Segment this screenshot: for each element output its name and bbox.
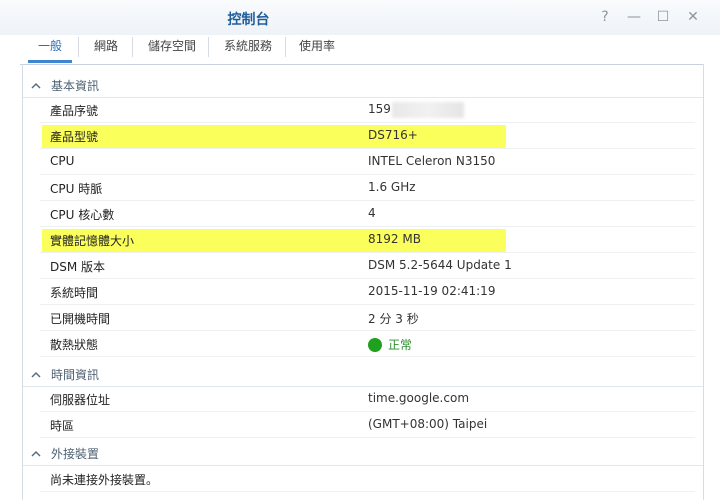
row-value: 2015-11-19 02:41:19 xyxy=(368,284,496,298)
tab-divider xyxy=(285,37,286,57)
section-title: 基本資訊 xyxy=(51,79,100,93)
info-row-model: 產品型號 DS716+ xyxy=(40,123,695,149)
info-row-time-server: 伺服器位址 time.google.com xyxy=(40,386,695,412)
tab-general[interactable]: 一般 xyxy=(28,35,72,63)
tab-usage[interactable]: 使用率 xyxy=(287,35,347,63)
row-label: 實體記憶體大小 xyxy=(50,234,135,248)
row-value: (GMT+08:00) Taipei xyxy=(368,417,488,431)
chevron-up-icon xyxy=(31,365,41,378)
info-row-serial: 產品序號 159 xyxy=(40,97,695,123)
status-text: 正常 xyxy=(388,338,413,352)
row-label: 尚未連接外接裝置。 xyxy=(50,473,159,487)
row-value: time.google.com xyxy=(368,391,470,405)
redacted-serial xyxy=(392,102,464,118)
row-label: 伺服器位址 xyxy=(50,393,111,407)
row-value: 2 分 3 秒 xyxy=(368,312,419,326)
row-label: 已開機時間 xyxy=(50,312,111,326)
row-label: 散熱狀態 xyxy=(50,338,99,352)
thermal-status: 正常 xyxy=(368,336,412,353)
section-time-info[interactable]: 時間資訊 xyxy=(23,361,703,387)
minimize-button[interactable]: — xyxy=(625,8,643,26)
info-row-cpu-clock: CPU 時脈 1.6 GHz xyxy=(40,175,695,201)
panel-left-border xyxy=(22,64,23,500)
window-title: 控制台 xyxy=(227,12,270,28)
chevron-up-icon xyxy=(31,444,41,457)
help-button[interactable]: ? xyxy=(596,8,614,26)
close-button[interactable]: ✕ xyxy=(684,8,702,26)
row-value: DSM 5.2-5644 Update 1 xyxy=(368,258,512,272)
row-value: INTEL Celeron N3150 xyxy=(368,154,496,168)
tab-divider xyxy=(132,37,133,57)
info-row-timezone: 時區 (GMT+08:00) Taipei xyxy=(40,412,695,438)
status-ok-icon xyxy=(368,338,382,352)
info-row-system-time: 系統時間 2015-11-19 02:41:19 xyxy=(40,279,695,305)
row-label: CPU 核心數 xyxy=(50,208,115,222)
row-value: 1.6 GHz xyxy=(368,180,416,194)
row-value: 4 xyxy=(368,206,376,220)
info-row-thermal: 散熱狀態 正常 xyxy=(40,331,695,357)
info-row-cpu-cores: CPU 核心數 4 xyxy=(40,201,695,227)
tab-services[interactable]: 系統服務 xyxy=(210,35,286,63)
maximize-button[interactable]: ☐ xyxy=(654,8,672,26)
row-label: 產品序號 xyxy=(50,104,99,118)
title-bar: 控制台 ? — ☐ ✕ xyxy=(0,0,720,35)
tab-storage[interactable]: 儲存空間 xyxy=(134,35,210,63)
panel-right-border xyxy=(703,64,704,500)
info-row-dsm-version: DSM 版本 DSM 5.2-5644 Update 1 xyxy=(40,253,695,279)
tab-network[interactable]: 網路 xyxy=(80,35,132,63)
row-label: CPU 時脈 xyxy=(50,182,103,196)
row-value: 159 xyxy=(368,102,391,116)
info-row-uptime: 已開機時間 2 分 3 秒 xyxy=(40,305,695,331)
row-value: DS716+ xyxy=(368,128,418,142)
row-label: 產品型號 xyxy=(50,130,99,144)
info-row-memory: 實體記憶體大小 8192 MB xyxy=(40,227,695,253)
chevron-up-icon xyxy=(31,76,41,89)
tab-divider xyxy=(208,37,209,57)
row-label: DSM 版本 xyxy=(50,260,106,274)
row-label: 時區 xyxy=(50,419,75,433)
section-title: 外接裝置 xyxy=(51,447,100,461)
section-external-devices[interactable]: 外接裝置 xyxy=(23,440,703,466)
info-row-no-external: 尚未連接外接裝置。 xyxy=(40,466,695,492)
section-title: 時間資訊 xyxy=(51,368,100,382)
row-value: 8192 MB xyxy=(368,232,421,246)
row-label: CPU xyxy=(50,154,75,168)
section-basic-info[interactable]: 基本資訊 xyxy=(23,72,703,98)
info-row-cpu: CPU INTEL Celeron N3150 xyxy=(40,149,695,175)
tab-bar: 一般 網路 儲存空間 系統服務 使用率 xyxy=(20,35,704,65)
tab-divider xyxy=(78,37,79,57)
row-label: 系統時間 xyxy=(50,286,99,300)
